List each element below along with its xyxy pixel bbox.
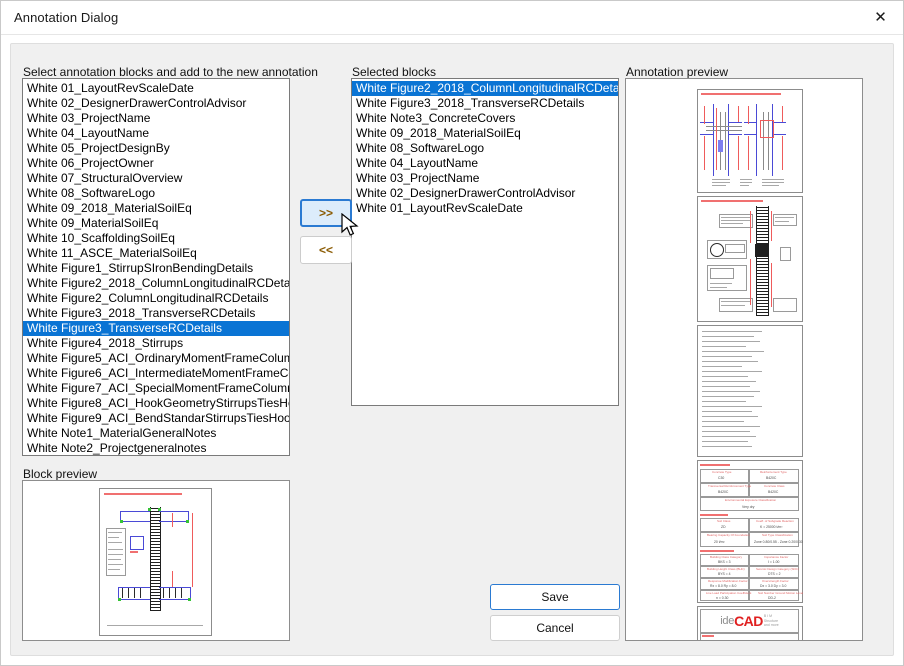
list-item[interactable]: White 04_LayoutName bbox=[23, 126, 289, 141]
list-item[interactable]: White 05_ProjectDesignBy bbox=[23, 141, 289, 156]
window-title: Annotation Dialog bbox=[14, 10, 118, 25]
logo-sup-line3: and more bbox=[764, 623, 779, 627]
list-item[interactable]: White Figure2_2018_ColumnLongitudinalRCD… bbox=[23, 276, 289, 291]
list-item[interactable]: White 09_2018_MaterialSoilEq bbox=[23, 201, 289, 216]
list-item[interactable]: White Figure9_ACI_BendStandarStirrupsTie… bbox=[23, 411, 289, 426]
logo-superscript: B I M Structure and more bbox=[764, 614, 779, 627]
list-item[interactable]: White Figure6_ACI_IntermediateMomentFram… bbox=[23, 366, 289, 381]
list-item[interactable]: White Note3_ConcreteCovers bbox=[352, 111, 618, 126]
add-block-button[interactable]: >> bbox=[300, 199, 352, 227]
list-item[interactable]: White Figure3_2018_TransverseRCDetails bbox=[23, 306, 289, 321]
preview-title-block: ideCAD B I M Structure and more Architec… bbox=[697, 606, 803, 641]
preview-figure-transverse bbox=[697, 196, 803, 322]
list-item[interactable]: White Note1_MaterialGeneralNotes bbox=[23, 426, 289, 441]
list-item[interactable]: White Figure2_ColumnLongitudinalRCDetail… bbox=[23, 291, 289, 306]
logo-primary-text: ide bbox=[720, 615, 734, 627]
list-item[interactable]: White 03_ProjectName bbox=[352, 171, 618, 186]
list-item[interactable]: White Figure4_2018_Stirrups bbox=[23, 336, 289, 351]
preview-soil-eq-table: Concrete Type C30 Reinforcement Type B42… bbox=[697, 460, 803, 603]
idecad-logo: ideCAD B I M Structure and more bbox=[700, 609, 799, 633]
right-list-label: Selected blocks bbox=[352, 65, 436, 79]
list-item[interactable]: White 06_ProjectOwner bbox=[23, 156, 289, 171]
save-button[interactable]: Save bbox=[490, 584, 620, 610]
annotation-dialog: Annotation Dialog ✕ Select annotation bl… bbox=[0, 0, 904, 666]
list-item[interactable]: White Figure5_ACI_OrdinaryMomentFrameCol… bbox=[23, 351, 289, 366]
remove-block-button[interactable]: << bbox=[300, 236, 352, 264]
list-item[interactable]: White 08_SoftwareLogo bbox=[352, 141, 618, 156]
annotation-blocks-list[interactable]: White 01_LayoutRevScaleDateWhite 02_Desi… bbox=[22, 78, 290, 456]
list-item[interactable]: White 10_ScaffoldingSoilEq bbox=[23, 231, 289, 246]
list-item[interactable]: White 01_LayoutRevScaleDate bbox=[23, 81, 289, 96]
list-item[interactable]: White 11_ASCE_MaterialSoilEq bbox=[23, 246, 289, 261]
close-icon[interactable]: ✕ bbox=[858, 1, 903, 33]
list-item[interactable]: White Figure1_StirrupSIronBendingDetails bbox=[23, 261, 289, 276]
annotation-preview-pane: Concrete Type C30 Reinforcement Type B42… bbox=[625, 78, 863, 641]
annotation-preview-label: Annotation preview bbox=[626, 65, 728, 79]
list-item[interactable]: White Figure8_ACI_HookGeometryStirrupsTi… bbox=[23, 396, 289, 411]
selected-blocks-list[interactable]: White Figure2_2018_ColumnLongitudinalRCD… bbox=[351, 78, 619, 406]
cancel-button[interactable]: Cancel bbox=[490, 615, 620, 641]
list-item[interactable]: White 07_StructuralOverview bbox=[23, 171, 289, 186]
block-preview-label: Block preview bbox=[23, 467, 97, 481]
list-item[interactable]: White 02_DesignerDrawerControlAdvisor bbox=[352, 186, 618, 201]
left-list-label: Select annotation blocks and add to the … bbox=[23, 65, 318, 79]
list-item[interactable]: White Figure3_TransverseRCDetails bbox=[23, 321, 289, 336]
list-item[interactable]: White Note2_Projectgeneralnotes bbox=[23, 441, 289, 456]
list-item[interactable]: White 08_SoftwareLogo bbox=[23, 186, 289, 201]
list-item[interactable]: White 02_DesignerDrawerControlAdvisor bbox=[23, 96, 289, 111]
block-preview-pane bbox=[22, 480, 290, 641]
logo-accent-text: CAD bbox=[734, 613, 763, 629]
list-item[interactable]: White 01_LayoutRevScaleDate bbox=[352, 201, 618, 216]
list-item[interactable]: White 03_ProjectName bbox=[23, 111, 289, 126]
preview-figure-column-longitudinal bbox=[697, 89, 803, 193]
list-item[interactable]: White 09_2018_MaterialSoilEq bbox=[352, 126, 618, 141]
preview-material-soil-table bbox=[697, 325, 803, 457]
title-bar: Annotation Dialog ✕ bbox=[1, 1, 903, 35]
list-item[interactable]: White Figure3_2018_TransverseRCDetails bbox=[352, 96, 618, 111]
list-item[interactable]: White Figure2_2018_ColumnLongitudinalRCD… bbox=[352, 81, 618, 96]
list-item[interactable]: White Figure7_ACI_SpecialMomentFrameColu… bbox=[23, 381, 289, 396]
list-item[interactable]: White 09_MaterialSoilEq bbox=[23, 216, 289, 231]
list-item[interactable]: White 04_LayoutName bbox=[352, 156, 618, 171]
block-preview-sheet bbox=[99, 488, 212, 636]
